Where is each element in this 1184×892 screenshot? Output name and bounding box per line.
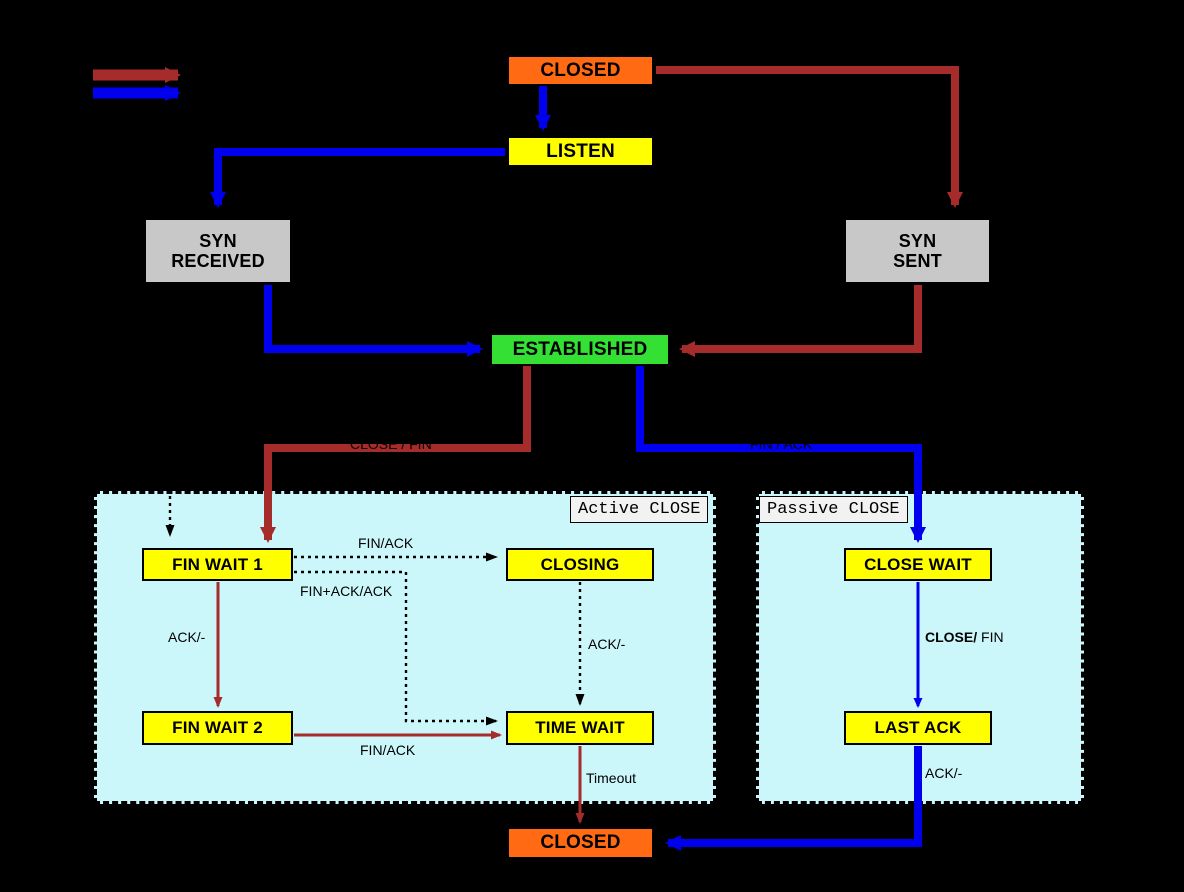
label-listen-to-syn-received: SYN / SYN+ACK [300, 130, 407, 146]
label-time-wait-to-closed: Timeout [586, 770, 637, 786]
label-close-wait-to-last-ack: CLOSE/ FIN [925, 629, 1004, 645]
arrow-closed-to-syn-sent [656, 66, 963, 208]
state-close-wait[interactable]: CLOSE WAIT [844, 548, 992, 581]
label-syn-sent-to-established: SYN+ACK / ACK [740, 328, 846, 344]
legend-server-label: Server Path [200, 85, 274, 101]
state-syn-sent[interactable]: SYN SENT [844, 218, 991, 284]
label-syn-received-to-established: ACK / - [330, 328, 376, 344]
label-last-ack-to-closed: ACK/- [925, 765, 963, 781]
active-close-label: Active CLOSE [570, 496, 709, 523]
arrow-last-ack-to-closed [665, 746, 922, 851]
state-closing[interactable]: CLOSING [506, 548, 654, 581]
legend-client-label: Client Path [200, 67, 269, 83]
label-closed-to-listen: passive open [552, 98, 635, 114]
state-closed-bottom[interactable]: CLOSED [507, 827, 654, 859]
state-syn-sent-line1: SYN [898, 230, 937, 251]
tcp-state-diagram: Active CLOSE Passive CLOSE CLOSED LISTEN… [0, 0, 1184, 892]
state-fin-wait-1[interactable]: FIN WAIT 1 [142, 548, 293, 581]
state-time-wait[interactable]: TIME WAIT [506, 711, 654, 745]
state-last-ack[interactable]: LAST ACK [844, 711, 992, 745]
passive-close-label: Passive CLOSE [759, 496, 908, 523]
label-closed-to-syn-sent: active open / SYN [700, 48, 813, 64]
label-established-to-fin-wait-1: CLOSE / FIN [350, 436, 432, 452]
label-fin-wait-1-to-closing: FIN/ACK [358, 535, 414, 551]
state-listen[interactable]: LISTEN [507, 136, 654, 167]
label-closing-to-time-wait: ACK/- [588, 636, 626, 652]
arrow-listen-to-syn-received [210, 148, 505, 208]
state-closed-top[interactable]: CLOSED [507, 55, 654, 86]
label-syn-received-to-fin-wait-1: CLOSE / FIN [100, 436, 182, 452]
label-fin-wait-1-to-fin-wait-2: ACK/- [168, 629, 206, 645]
state-syn-received-line2: RECEIVED [171, 251, 265, 271]
arrow-established-to-fin-wait-1 [260, 366, 531, 543]
state-established[interactable]: ESTABLISHED [490, 333, 670, 366]
label-established-to-close-wait: FIN / ACK [750, 436, 813, 452]
state-syn-sent-line2: SENT [893, 251, 942, 271]
state-syn-received[interactable]: SYN RECEIVED [144, 218, 292, 284]
label-fin-wait-1-to-time-wait: FIN+ACK/ACK [300, 583, 393, 599]
label-fin-plain: FIN [977, 629, 1004, 645]
state-fin-wait-2[interactable]: FIN WAIT 2 [142, 711, 293, 745]
label-close-bold: CLOSE/ [925, 629, 978, 645]
label-fin-wait-2-to-time-wait: FIN/ACK [360, 742, 416, 758]
state-syn-received-line1: SYN [199, 230, 237, 251]
